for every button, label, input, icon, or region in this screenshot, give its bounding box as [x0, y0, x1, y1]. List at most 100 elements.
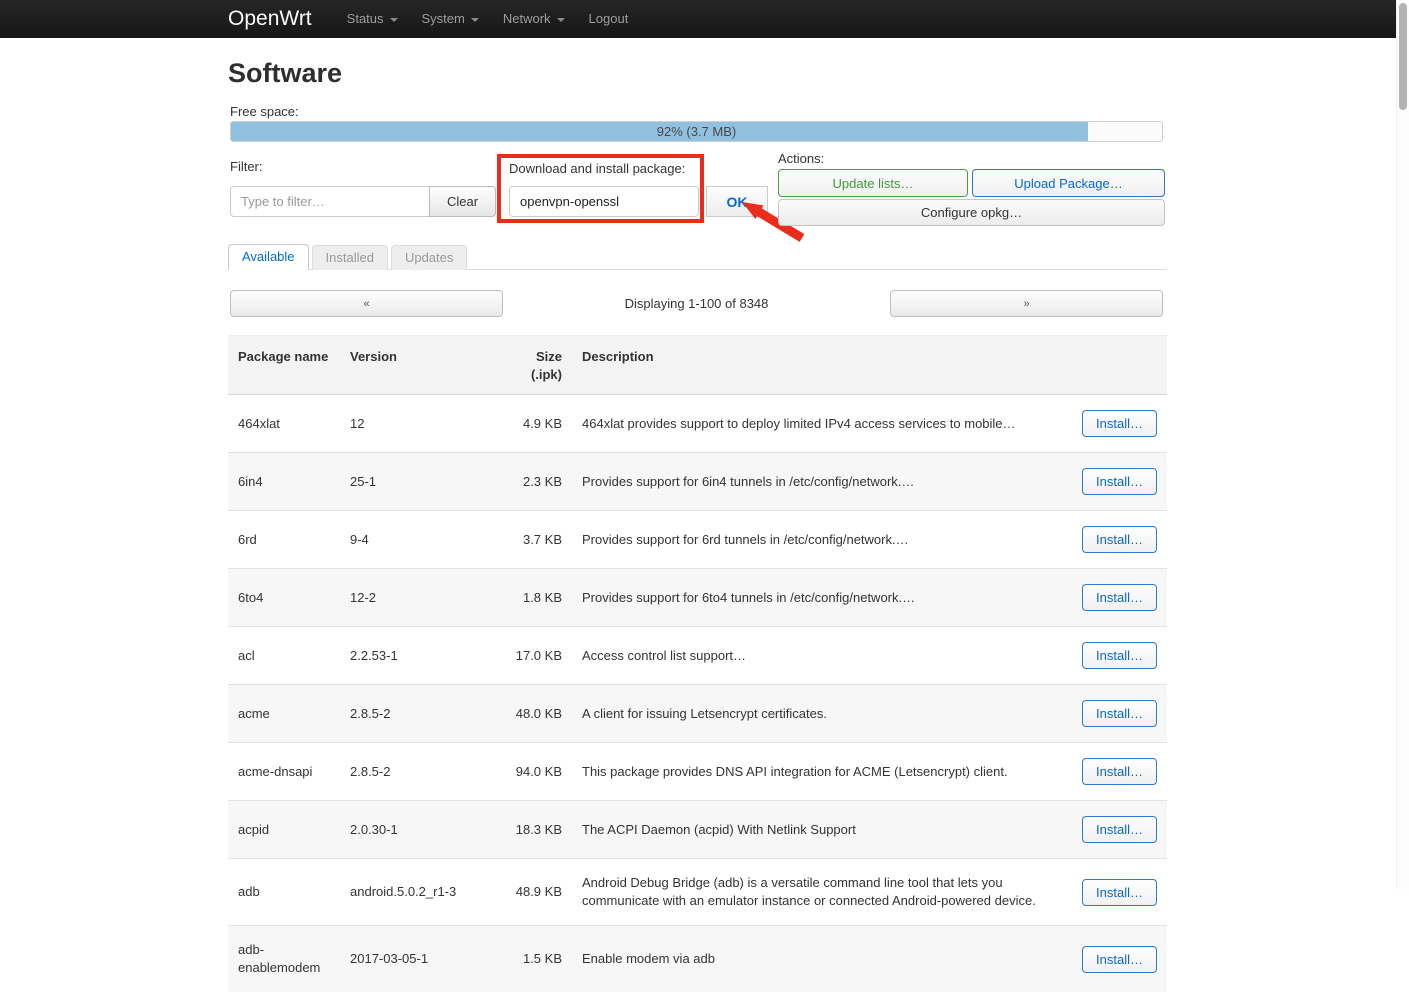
package-name: acme — [228, 685, 340, 743]
table-row: 6rd9-43.7 KBProvides support for 6rd tun… — [228, 511, 1167, 569]
navbar-menu: Status System Network Logout — [338, 10, 644, 28]
nav-item-label: Status — [347, 11, 384, 26]
header-size: Size (.ipk) — [500, 336, 572, 395]
annotation-red-box: Download and install package: — [497, 154, 704, 223]
package-size: 48.0 KB — [500, 685, 572, 743]
package-size: 18.3 KB — [500, 801, 572, 859]
package-version: 2017-03-05-1 — [340, 926, 500, 992]
upload-package-button[interactable]: Upload Package… — [972, 169, 1165, 197]
package-table-body: 464xlat124.9 KB464xlat provides support … — [228, 395, 1167, 992]
package-name: 464xlat — [228, 395, 340, 453]
package-name: 6rd — [228, 511, 340, 569]
nav-item-system[interactable]: System — [413, 11, 488, 26]
package-table: Package name Version Size (.ipk) Descrip… — [228, 335, 1167, 992]
package-version: 9-4 — [340, 511, 500, 569]
package-action-cell: Install… — [1067, 743, 1167, 801]
header-actions — [1067, 336, 1167, 395]
clear-button[interactable]: Clear — [429, 186, 496, 217]
package-description: Provides support for 6rd tunnels in /etc… — [572, 511, 1067, 569]
download-package-input[interactable] — [509, 186, 699, 217]
package-description: Enable modem via adb — [572, 926, 1067, 992]
package-name: adb-enablemodem — [228, 926, 340, 992]
app-logo[interactable]: OpenWrt — [228, 7, 312, 31]
package-name: acme-dnsapi — [228, 743, 340, 801]
package-version: 12 — [340, 395, 500, 453]
package-description: Android Debug Bridge (adb) is a versatil… — [572, 859, 1067, 926]
package-description: Provides support for 6in4 tunnels in /et… — [572, 453, 1067, 511]
nav-item-status[interactable]: Status — [338, 11, 407, 26]
package-description: This package provides DNS API integratio… — [572, 743, 1067, 801]
nav-item-network[interactable]: Network — [494, 11, 574, 26]
tab-installed[interactable]: Installed — [312, 245, 388, 270]
table-row: acme-dnsapi2.8.5-294.0 KBThis package pr… — [228, 743, 1167, 801]
package-action-cell: Install… — [1067, 511, 1167, 569]
install-button[interactable]: Install… — [1082, 526, 1157, 553]
package-name: adb — [228, 859, 340, 926]
package-action-cell: Install… — [1067, 395, 1167, 453]
filter-input[interactable] — [230, 186, 430, 217]
free-space-label: Free space: — [230, 104, 299, 119]
page-title: Software — [228, 58, 342, 89]
package-action-cell: Install… — [1067, 801, 1167, 859]
package-action-cell: Install… — [1067, 569, 1167, 627]
header-version: Version — [340, 336, 500, 395]
table-row: adbandroid.5.0.2_r1-348.9 KBAndroid Debu… — [228, 859, 1167, 926]
package-size: 2.3 KB — [500, 453, 572, 511]
scrollbar-track[interactable] — [1396, 0, 1409, 889]
package-action-cell: Install… — [1067, 685, 1167, 743]
tab-updates[interactable]: Updates — [391, 245, 467, 270]
package-name: 6to4 — [228, 569, 340, 627]
package-action-cell: Install… — [1067, 627, 1167, 685]
package-name: acl — [228, 627, 340, 685]
nav-item-logout[interactable]: Logout — [580, 11, 638, 26]
filter-label: Filter: — [230, 159, 263, 174]
package-version: 2.2.53-1 — [340, 627, 500, 685]
table-row: 464xlat124.9 KB464xlat provides support … — [228, 395, 1167, 453]
free-space-progressbar: 92% (3.7 MB) — [230, 121, 1163, 142]
configure-opkg-button[interactable]: Configure opkg… — [778, 199, 1165, 226]
actions-row: Update lists… Upload Package… — [778, 169, 1165, 197]
actions-label: Actions: — [778, 151, 1165, 166]
package-version: 2.8.5-2 — [340, 685, 500, 743]
package-description: Provides support for 6to4 tunnels in /et… — [572, 569, 1067, 627]
caret-down-icon — [471, 18, 479, 22]
package-description: Access control list support… — [572, 627, 1067, 685]
install-button[interactable]: Install… — [1082, 584, 1157, 611]
install-button[interactable]: Install… — [1082, 816, 1157, 843]
install-button[interactable]: Install… — [1082, 946, 1157, 973]
header-description: Description — [572, 336, 1067, 395]
header-package-name: Package name — [228, 336, 340, 395]
package-size: 4.9 KB — [500, 395, 572, 453]
package-version: 12-2 — [340, 569, 500, 627]
download-install-label: Download and install package: — [509, 161, 700, 176]
nav-item-label: Logout — [589, 11, 629, 26]
table-header-row: Package name Version Size (.ipk) Descrip… — [228, 336, 1167, 395]
install-button[interactable]: Install… — [1082, 410, 1157, 437]
package-version: 2.8.5-2 — [340, 743, 500, 801]
filter-group: Clear — [230, 186, 496, 217]
table-row: 6to412-21.8 KBProvides support for 6to4 … — [228, 569, 1167, 627]
install-button[interactable]: Install… — [1082, 758, 1157, 785]
install-button[interactable]: Install… — [1082, 642, 1157, 669]
free-space-value: 92% (3.7 MB) — [231, 122, 1162, 141]
caret-down-icon — [557, 18, 565, 22]
install-button[interactable]: Install… — [1082, 700, 1157, 727]
package-size: 48.9 KB — [500, 859, 572, 926]
package-name: acpid — [228, 801, 340, 859]
table-row: acme2.8.5-248.0 KBA client for issuing L… — [228, 685, 1167, 743]
install-button[interactable]: Install… — [1082, 879, 1157, 906]
nav-item-label: Network — [503, 11, 551, 26]
nav-item-label: System — [422, 11, 465, 26]
navbar: OpenWrt Status System Network Logout — [0, 0, 1396, 38]
package-version: android.5.0.2_r1-3 — [340, 859, 500, 926]
install-button[interactable]: Install… — [1082, 468, 1157, 495]
table-row: adb-enablemodem2017-03-05-11.5 KBEnable … — [228, 926, 1167, 992]
package-description: 464xlat provides support to deploy limit… — [572, 395, 1067, 453]
package-size: 94.0 KB — [500, 743, 572, 801]
package-size: 1.8 KB — [500, 569, 572, 627]
main-content: Software Free space: 92% (3.7 MB) Filter… — [228, 38, 1167, 889]
next-page-button[interactable]: » — [890, 290, 1163, 317]
scrollbar-thumb[interactable] — [1399, 3, 1407, 110]
update-lists-button[interactable]: Update lists… — [778, 169, 968, 197]
tab-available[interactable]: Available — [228, 244, 309, 270]
